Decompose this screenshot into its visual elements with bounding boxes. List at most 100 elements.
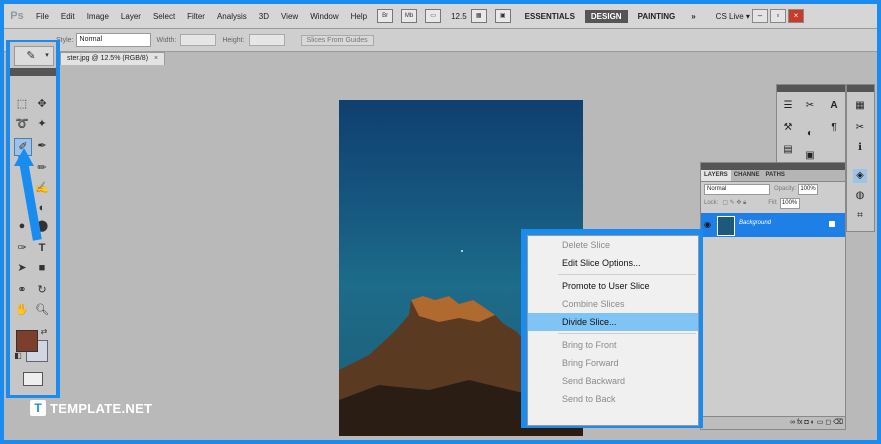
paths-icon[interactable]: ⌗ [853,209,867,223]
menu-select[interactable]: Select [147,12,181,21]
menu-image[interactable]: Image [81,12,115,21]
height-label: Height: [222,36,245,44]
tab-close-icon[interactable]: × [154,55,158,62]
tab-channels[interactable]: CHANNE [731,170,763,181]
shape-tool-icon[interactable]: ■ [34,260,50,276]
type-tool-icon[interactable]: T [34,240,50,256]
layers-panel: LAYERS CHANNE PATHS Normal Opacity: 100%… [700,162,846,430]
context-menu-item[interactable]: Edit Slice Options... [528,254,698,272]
context-menu-item: Bring to Front [562,340,617,350]
document-tab[interactable]: ster.jpg @ 12.5% (RGB/8) × [60,52,166,66]
panel-dock: ☰ ✂ A ⚒ ◐ ¶ ▤ ▣ [776,84,846,170]
view-extras-icon[interactable]: ▭ [425,9,442,23]
close-icon[interactable]: × [787,9,804,23]
tools-panel-highlight: ✎ ▾ ⬚ ✥ ➰ ✦ ✐ ✒ ✏ ✍ ◐ ● ⬤ ✑ T ➤ ■ ⚭ ↻ ✋ … [6,40,60,398]
hand-tool-icon[interactable]: ✋ [14,302,30,318]
minimize-icon[interactable]: – [751,9,768,23]
menu-file[interactable]: File [30,12,55,21]
menu-view[interactable]: View [275,12,304,21]
workspace-painting[interactable]: PAINTING [632,10,682,23]
dock-header[interactable] [777,85,845,92]
tool-presets-icon[interactable]: ⚒ [781,121,795,135]
layer-actions-icons[interactable]: ∞ fx ◘ ◐ ▭ ◻ ⌫ [790,419,843,426]
workspace-design[interactable]: DESIGN [584,9,628,23]
context-menu-item: Bring Forward [562,358,619,368]
move-tool-icon[interactable]: ✥ [34,96,50,112]
path-select-icon[interactable]: ➤ [14,260,30,276]
menu-edit[interactable]: Edit [55,12,81,21]
zoom-level[interactable]: 12.5 [451,12,467,21]
slices-from-guides-button: Slices From Guides [300,34,374,46]
tab-paths[interactable]: PATHS [762,170,787,181]
history-brush-icon[interactable]: ✍ [34,180,50,196]
menu-layer[interactable]: Layer [115,12,147,21]
template-logo: T [30,400,46,416]
layers-footer: ∞ fx ◘ ◐ ▭ ◻ ⌫ [701,416,845,429]
eyedropper-icon[interactable]: ✒ [34,138,50,154]
menu-window[interactable]: Window [304,12,344,21]
tool-preset-picker[interactable]: ✎ ▾ [14,46,54,66]
menu-3d[interactable]: 3D [253,12,275,21]
clone-source-icon[interactable]: ✂ [803,99,817,113]
character-icon[interactable]: A [827,99,841,113]
layers-stack-icon[interactable]: ◈ [853,169,867,183]
bridge-icon[interactable]: Br [377,9,394,23]
fill-field[interactable]: 100% [779,197,800,209]
3d-orbit-icon[interactable]: ↻ [34,282,50,298]
tab-layers[interactable]: LAYERS [701,170,731,181]
navigator-icon[interactable]: ✂ [853,121,867,135]
restore-icon[interactable]: ▫ [769,9,786,23]
arrange-docs-icon[interactable]: ▦ [470,9,487,23]
swap-colors-icon[interactable]: ⇄ [36,324,52,340]
style-select[interactable]: Normal [75,33,151,47]
layers-tabs: LAYERS CHANNE PATHS [701,170,845,182]
context-menu: Delete Slice Edit Slice Options... Promote… [527,235,699,426]
opacity-field[interactable]: 100% [798,183,819,195]
context-menu-item: Delete Slice [562,240,611,250]
layer-row-background[interactable]: ◉ Background [701,213,845,237]
pen-tool-icon[interactable]: ✑ [14,240,30,256]
histogram-icon[interactable]: ▦ [853,99,867,113]
context-menu-item[interactable]: Promote to User Slice [528,277,698,295]
blend-mode-select[interactable]: Normal [704,183,770,195]
quick-select-icon[interactable]: ✦ [34,116,50,132]
quick-mask-button[interactable] [23,372,43,386]
workspace-essentials[interactable]: ESSENTIALS [519,10,581,23]
info-icon[interactable]: ℹ [853,141,867,155]
lock-icons[interactable]: ▢ ✎ ✥ 🔒︎ [722,199,746,207]
panel-header[interactable] [10,68,56,76]
cs-live-menu[interactable]: CS Live ▾ [716,12,750,21]
width-field [180,34,217,46]
screen-mode-icon[interactable]: ▣ [494,9,511,23]
actions-icon[interactable]: ▤ [781,143,795,157]
dock-header[interactable] [847,85,874,92]
menu-analysis[interactable]: Analysis [211,12,253,21]
marquee-tool-icon[interactable]: ⬚ [14,96,30,112]
tools-panel: ✎ ▾ ⬚ ✥ ➰ ✦ ✐ ✒ ✏ ✍ ◐ ● ⬤ ✑ T ➤ ■ ⚭ ↻ ✋ … [10,42,56,395]
watermark: T TEMPLATE.NET [30,400,152,416]
paragraph-icon[interactable]: ¶ [827,121,841,135]
notes-icon[interactable]: ▣ [803,149,817,163]
default-colors-icon[interactable]: ◧ [10,348,26,364]
eye-icon[interactable]: ◉ [704,220,711,229]
3d-rotate-icon[interactable]: ⚭ [14,282,30,298]
blur-icon[interactable]: ● [14,218,30,234]
panel-dock-right: ▦ ✂ ℹ ◈ ◍ ⌗ [846,84,875,232]
width-label: Width: [156,36,177,44]
opacity-label: Opacity: [774,186,797,192]
menu-filter[interactable]: Filter [181,12,211,21]
workspace-more[interactable]: » [685,10,701,23]
menu-separator [558,333,696,334]
lasso-tool-icon[interactable]: ➰ [14,116,30,132]
channels-icon[interactable]: ◍ [853,189,867,203]
document-title: ster.jpg @ 12.5% (RGB/8) [67,55,149,62]
menu-help[interactable]: Help [345,12,373,21]
adjust-icon[interactable]: ◐ [803,127,817,141]
zoom-tool-icon[interactable]: 🔍︎ [34,302,50,318]
blend-row: Normal Opacity: 100% [701,182,845,196]
minibridge-icon[interactable]: Mb [401,9,418,23]
context-menu-item[interactable]: Divide Slice... [528,313,698,331]
brush-icon[interactable]: ✏ [34,160,50,176]
layers-panel-header[interactable] [701,163,845,170]
brush-presets-icon[interactable]: ☰ [781,99,795,113]
